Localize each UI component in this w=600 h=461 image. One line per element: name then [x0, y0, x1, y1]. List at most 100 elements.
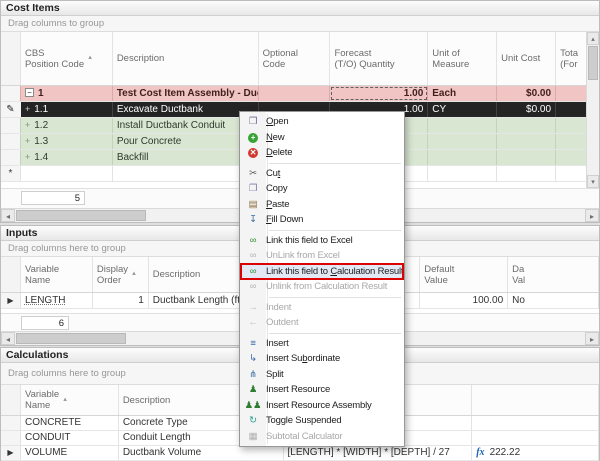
column-header-forecast-t-o-quantity[interactable]: Forecast (T/O) Quantity — [330, 32, 428, 85]
menu-item-link-this-field-to-excel[interactable]: ∞Link this field to Excel — [240, 233, 404, 249]
column-header-da-val[interactable]: Da Val — [508, 257, 599, 292]
menu-item-unlink-from-calculation-result[interactable]: ∞Unlink from Calculation Result — [240, 279, 404, 295]
cell-forecast-quantity[interactable]: 1.00 — [330, 86, 428, 101]
cell-data-validation[interactable]: No — [508, 293, 599, 308]
column-header-label: Display Order — [97, 264, 128, 286]
column-header-unit-cost[interactable]: Unit Cost — [497, 32, 556, 85]
menu-item-fill-down[interactable]: ↧Fill Down — [240, 212, 404, 228]
cell-unit-cost[interactable] — [497, 118, 556, 133]
cell-unit-of-measure[interactable] — [428, 166, 497, 181]
column-header-unit-of-measure[interactable]: Unit of Measure — [428, 32, 497, 85]
cell-cbs-position-code[interactable]: +1.1 — [21, 102, 113, 117]
cell-description[interactable]: Install Ductbank Conduit — [113, 118, 259, 133]
horizontal-scroll-thumb[interactable] — [16, 210, 146, 221]
cell-unit-cost[interactable]: $0.00 — [497, 102, 556, 117]
insert-subordinate-icon: ↳ — [240, 351, 266, 366]
cell-formula-text: [LENGTH] * [WIDTH] * [DEPTH] / 27 — [288, 447, 450, 458]
menu-item-insert-resource[interactable]: ♟Insert Resource — [240, 382, 404, 398]
scroll-down-arrow-icon[interactable] — [587, 175, 599, 188]
menu-item-new[interactable]: +New — [240, 130, 404, 146]
scroll-right-arrow-icon[interactable] — [585, 209, 599, 222]
cell-default-value[interactable]: 100.00 — [420, 293, 508, 308]
cell-description[interactable] — [113, 166, 259, 181]
menu-item-insert-resource-assembly[interactable]: ♟♟Insert Resource Assembly — [240, 398, 404, 414]
cell-formula[interactable]: [LENGTH] * [WIDTH] * [DEPTH] / 27 — [284, 446, 473, 460]
menu-item-open[interactable]: ❒Open — [240, 114, 404, 130]
menu-item-toggle-suspended[interactable]: ↻Toggle Suspended — [240, 413, 404, 429]
menu-item-outdent[interactable]: ←Outdent — [240, 315, 404, 331]
menu-item-subtotal-calculator[interactable]: ▦Subtotal Calculator — [240, 429, 404, 445]
cell-unit-of-measure[interactable]: Each — [428, 86, 497, 101]
column-header-default-value[interactable]: Default Value — [420, 257, 508, 292]
menu-item-insert[interactable]: ≡Insert — [240, 336, 404, 352]
cell-description[interactable]: Pour Concrete — [113, 134, 259, 149]
menu-item-paste[interactable]: ▤Paste — [240, 197, 404, 213]
fx-icon: fx — [476, 447, 484, 458]
cell-variable-name[interactable]: VOLUME — [21, 446, 119, 460]
menu-item-split[interactable]: ⋔Split — [240, 367, 404, 383]
expand-plus-icon[interactable]: + — [25, 134, 30, 149]
cell-display-order[interactable]: 1 — [93, 293, 149, 308]
cost-items-group-drop-zone[interactable]: Drag columns to group — [1, 16, 599, 32]
cell-result[interactable]: fx222.22 — [472, 446, 599, 460]
expand-plus-icon[interactable]: + — [25, 118, 30, 133]
menu-item-copy[interactable]: ❐Copy — [240, 181, 404, 197]
cell-cbs-position-code[interactable] — [21, 166, 113, 181]
menu-item-label: Link this field to Calculation Result — [266, 266, 403, 277]
cell-unit-of-measure[interactable] — [428, 134, 497, 149]
menu-item-label: Unlink from Calculation Result — [266, 281, 387, 292]
column-header-display-order[interactable]: Display Order▲ — [93, 257, 149, 292]
cell-description[interactable]: Excavate Ductbank — [113, 102, 259, 117]
vertical-scroll-thumb[interactable] — [588, 46, 598, 80]
cell-cbs-position-code[interactable]: −1 — [21, 86, 113, 101]
expand-plus-icon[interactable]: + — [25, 102, 30, 117]
cell-description[interactable]: Test Cost Item Assembly - Ductbank — [113, 86, 259, 101]
calculation-row-volume[interactable]: ▶VOLUMEDuctbank Volume[LENGTH] * [WIDTH]… — [1, 446, 599, 461]
menu-item-insert-subordinate[interactable]: ↳Insert Subordinate — [240, 351, 404, 367]
cell-result[interactable] — [472, 416, 599, 430]
cell-optional-code[interactable] — [259, 86, 331, 101]
menu-item-label: Insert — [266, 338, 289, 349]
scroll-right-arrow-icon[interactable] — [585, 332, 599, 345]
cell-result[interactable] — [472, 431, 599, 445]
cost-item-row-1[interactable]: −1Test Cost Item Assembly - Ductbank 1.00… — [1, 86, 599, 102]
row-indicator-cell: ✎ — [1, 102, 21, 117]
collapse-box-icon[interactable]: − — [25, 88, 34, 97]
cell-cbs-position-code[interactable]: +1.4 — [21, 150, 113, 165]
cell-description-text: Ductbank Length (ft) — [153, 295, 244, 306]
cell-description[interactable]: Backfill — [113, 150, 259, 165]
copy-icon: ❐ — [240, 181, 266, 196]
cell-unit-cost[interactable] — [497, 166, 556, 181]
cell-unit-of-measure[interactable]: CY — [428, 102, 497, 117]
column-header-variable-name[interactable]: Variable Name▲ — [21, 385, 119, 415]
cell-description[interactable]: Ductbank Volume — [119, 446, 284, 460]
menu-item-delete[interactable]: ✕Delete — [240, 145, 404, 161]
menu-item-link-this-field-to-calculation-result[interactable]: ∞Link this field to Calculation Result — [240, 264, 404, 280]
cell-unit-cost[interactable] — [497, 134, 556, 149]
cell-unit-cost[interactable]: $0.00 — [497, 86, 556, 101]
column-header-variable-name[interactable]: Variable Name — [21, 257, 93, 292]
column-header-description[interactable]: Description — [113, 32, 259, 85]
cell-variable-name[interactable]: CONCRETE — [21, 416, 119, 430]
cell-unit-cost[interactable] — [497, 150, 556, 165]
sort-ascending-icon: ▲ — [131, 269, 137, 280]
menu-item-unlink-from-excel[interactable]: ∞UnLink from Excel — [240, 248, 404, 264]
column-header-optional-code[interactable]: Optional Code — [259, 32, 331, 85]
cost-items-vertical-scrollbar[interactable] — [586, 32, 599, 188]
cell-unit-of-measure[interactable] — [428, 150, 497, 165]
cell-cbs-position-code[interactable]: +1.3 — [21, 134, 113, 149]
column-header-blank[interactable] — [472, 385, 599, 415]
horizontal-scroll-thumb[interactable] — [16, 333, 126, 344]
expand-plus-icon[interactable]: + — [25, 150, 30, 165]
column-header-cbs-position-code[interactable]: CBS Position Code▲ — [21, 32, 113, 85]
cell-unit-of-measure[interactable] — [428, 118, 497, 133]
cell-variable-name[interactable]: CONDUIT — [21, 431, 119, 445]
scroll-up-arrow-icon[interactable] — [587, 32, 599, 45]
cell-variable-name[interactable]: LENGTH — [21, 293, 93, 308]
menu-item-cut[interactable]: ✂Cut — [240, 166, 404, 182]
cell-cbs-position-code[interactable]: +1.2 — [21, 118, 113, 133]
scroll-left-arrow-icon[interactable] — [1, 209, 15, 222]
menu-item-indent[interactable]: →Indent — [240, 300, 404, 316]
fill-down-icon: ↧ — [240, 212, 266, 227]
scroll-left-arrow-icon[interactable] — [1, 332, 15, 345]
